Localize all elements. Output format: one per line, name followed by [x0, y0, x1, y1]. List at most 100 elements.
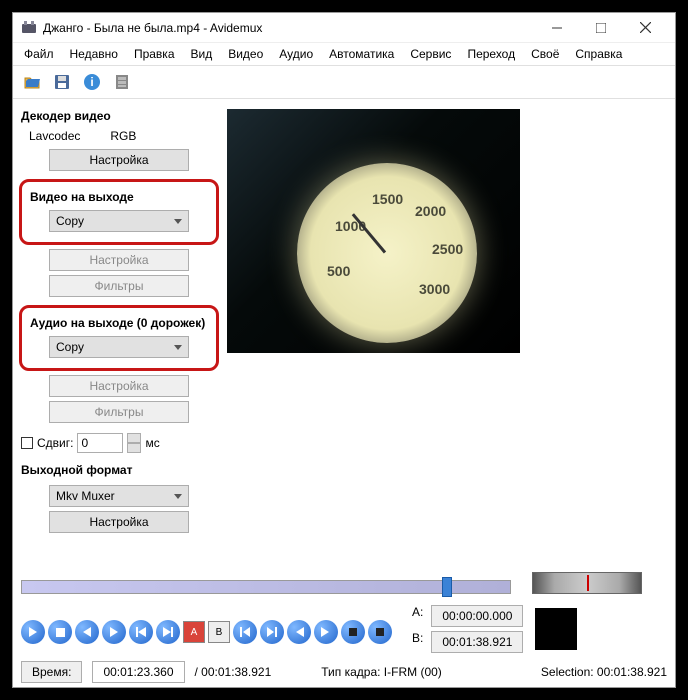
maximize-button[interactable]: [579, 14, 623, 42]
a-value: 00:00:00.000: [431, 605, 523, 627]
prev-black-button[interactable]: [341, 620, 365, 644]
floppy-icon: [53, 73, 71, 91]
bottom-panel: A B A: 00:00:00.000 B: 00:01:38.921 Время:…: [13, 568, 675, 687]
svg-text:i: i: [90, 75, 93, 89]
tick-2000: 2000: [415, 203, 446, 219]
format-value: Mkv Muxer: [56, 489, 115, 503]
goto-b-button[interactable]: [260, 620, 284, 644]
shift-unit: мс: [145, 436, 159, 450]
playback-controls: A B: [21, 620, 392, 644]
menu-custom[interactable]: Своё: [524, 44, 566, 64]
next-key-button[interactable]: [156, 620, 180, 644]
shift-down[interactable]: [127, 443, 141, 453]
video-out-value: Copy: [56, 214, 84, 228]
info-icon: i: [83, 73, 101, 91]
b-label: B:: [412, 631, 423, 653]
preview-thumb: [535, 608, 577, 650]
prev-frame-button[interactable]: [75, 620, 99, 644]
shift-label: Сдвиг:: [37, 436, 73, 450]
goto-a-button[interactable]: [233, 620, 257, 644]
menu-audio[interactable]: Аудио: [272, 44, 320, 64]
format-setup-button[interactable]: Настройка: [49, 511, 189, 533]
tick-1500: 1500: [372, 191, 403, 207]
next-key-icon: [163, 627, 173, 637]
audio-out-value: Copy: [56, 340, 84, 354]
audio-out-label: Аудио на выходе (0 дорожек): [30, 316, 210, 330]
next-black-button[interactable]: [368, 620, 392, 644]
decoder-codec: Lavcodec: [29, 129, 80, 143]
next-cut-button[interactable]: [314, 620, 338, 644]
format-label: Выходной формат: [21, 463, 219, 477]
menu-file[interactable]: Файл: [17, 44, 61, 64]
stop-button[interactable]: [48, 620, 72, 644]
audio-output-group: Аудио на выходе (0 дорожек) Copy: [19, 305, 219, 371]
minimize-button[interactable]: [535, 14, 579, 42]
prev-key-button[interactable]: [129, 620, 153, 644]
selection-label: Selection: 00:01:38.921: [541, 665, 667, 679]
prev-cut-icon: [294, 627, 304, 637]
app-icon: [21, 20, 37, 36]
menu-go[interactable]: Переход: [460, 44, 522, 64]
tick-3000: 3000: [419, 281, 450, 297]
next-frame-button[interactable]: [102, 620, 126, 644]
menu-edit[interactable]: Правка: [127, 44, 182, 64]
filmstrip-icon: [113, 73, 131, 91]
video-out-label: Видео на выходе: [30, 190, 210, 204]
mark-a-button[interactable]: A: [183, 621, 205, 643]
b-value: 00:01:38.921: [431, 631, 523, 653]
left-panel: Декодер видео Lavcodec RGB Настройка Вид…: [19, 105, 219, 562]
a-label: A:: [412, 605, 423, 627]
audio-filters-button[interactable]: Фильтры: [49, 401, 189, 423]
time-total: / 00:01:38.921: [195, 665, 272, 679]
open-button[interactable]: [19, 69, 45, 95]
video-out-select[interactable]: Copy: [49, 210, 189, 232]
menubar: Файл Недавно Правка Вид Видео Аудио Авто…: [13, 43, 675, 65]
stop-icon: [56, 628, 65, 637]
menu-auto[interactable]: Автоматика: [322, 44, 401, 64]
titlebar: Джанго - Была не была.mp4 - Avidemux: [13, 13, 675, 43]
time-label: Время:: [21, 661, 82, 683]
shift-input[interactable]: 0: [77, 433, 123, 453]
timeline-slider[interactable]: [21, 580, 511, 594]
format-select[interactable]: Mkv Muxer: [49, 485, 189, 507]
video-setup-button[interactable]: Настройка: [49, 249, 189, 271]
nav-wheel[interactable]: [532, 572, 642, 594]
shift-up[interactable]: [127, 433, 141, 443]
first-icon: [240, 627, 250, 637]
prev-icon: [82, 627, 92, 637]
info-button[interactable]: i: [79, 69, 105, 95]
tick-500: 500: [327, 263, 350, 279]
video-output-group: Видео на выходе Copy: [19, 179, 219, 245]
toolbar: i: [13, 65, 675, 99]
close-button[interactable]: [623, 14, 667, 42]
next-icon: [109, 627, 119, 637]
window-title: Джанго - Была не была.mp4 - Avidemux: [43, 21, 535, 35]
next-black-icon: [375, 627, 385, 637]
audio-out-select[interactable]: Copy: [49, 336, 189, 358]
app-window: Джанго - Была не была.mp4 - Avidemux Фай…: [12, 12, 676, 688]
time-value[interactable]: 00:01:23.360: [92, 661, 184, 683]
prev-key-icon: [136, 627, 146, 637]
menu-video[interactable]: Видео: [221, 44, 270, 64]
gauge: 500 1000 1500 2000 2500 3000: [297, 163, 477, 343]
video-filters-button[interactable]: Фильтры: [49, 275, 189, 297]
video-preview: 500 1000 1500 2000 2500 3000: [227, 109, 520, 353]
menu-tools[interactable]: Сервис: [403, 44, 458, 64]
mark-b-button[interactable]: B: [208, 621, 230, 643]
decoder-setup-button[interactable]: Настройка: [49, 149, 189, 171]
menu-help[interactable]: Справка: [568, 44, 629, 64]
shift-checkbox[interactable]: [21, 437, 33, 449]
prev-cut-button[interactable]: [287, 620, 311, 644]
calc-button[interactable]: [109, 69, 135, 95]
decoder-colorspace: RGB: [110, 129, 136, 143]
frame-type: Тип кадра: I-FRM (00): [321, 665, 442, 679]
save-button[interactable]: [49, 69, 75, 95]
menu-recent[interactable]: Недавно: [63, 44, 125, 64]
decoder-label: Декодер видео: [21, 109, 219, 123]
timeline-thumb[interactable]: [442, 577, 452, 597]
next-cut-icon: [321, 627, 331, 637]
menu-view[interactable]: Вид: [184, 44, 220, 64]
prev-black-icon: [348, 627, 358, 637]
play-button[interactable]: [21, 620, 45, 644]
audio-setup-button[interactable]: Настройка: [49, 375, 189, 397]
